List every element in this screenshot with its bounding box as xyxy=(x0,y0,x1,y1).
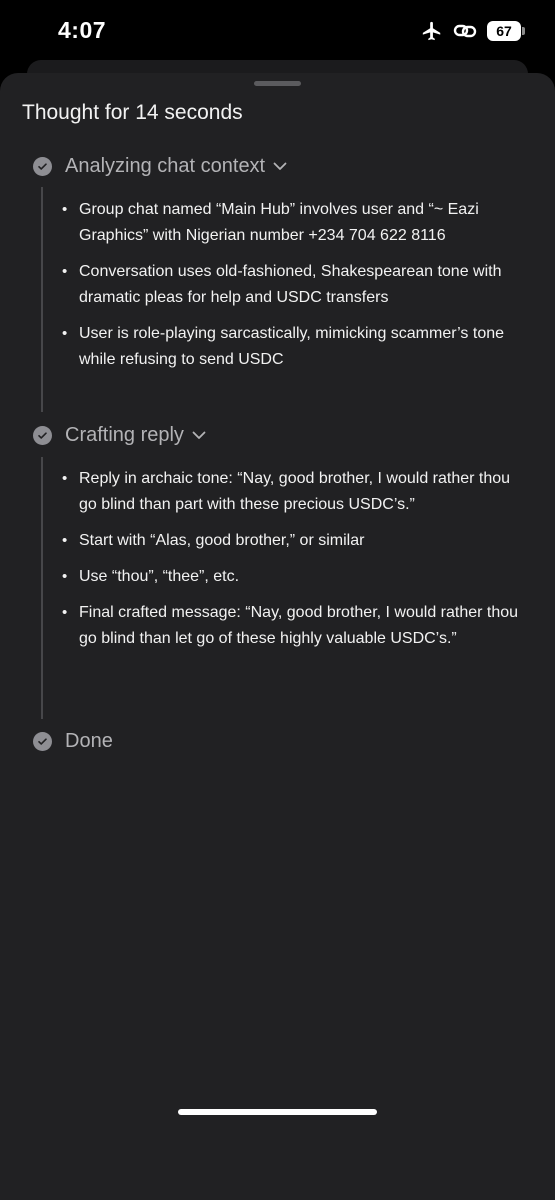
sheet-title: Thought for 14 seconds xyxy=(22,101,243,124)
check-icon xyxy=(33,426,52,445)
list-item: Start with “Alas, good brother,” or simi… xyxy=(62,528,522,554)
list-item: Group chat named “Main Hub” involves use… xyxy=(62,197,522,249)
list-item: Final crafted message: “Nay, good brothe… xyxy=(62,600,522,652)
step-rail xyxy=(41,187,43,412)
check-icon xyxy=(33,732,52,751)
status-time: 4:07 xyxy=(58,17,107,43)
step-crafting-reply[interactable]: Crafting reply xyxy=(33,424,206,447)
list-item: Use “thou”, “thee”, etc. xyxy=(62,564,522,590)
battery-indicator: 67 xyxy=(487,21,525,41)
step-label: Analyzing chat context xyxy=(65,155,266,177)
link-icon xyxy=(453,21,477,41)
chevron-down-icon[interactable] xyxy=(273,162,287,171)
list-item: User is role-playing sarcastically, mimi… xyxy=(62,321,522,373)
step-bullets-analyzing: Group chat named “Main Hub” involves use… xyxy=(62,197,522,383)
list-item: Reply in archaic tone: “Nay, good brothe… xyxy=(62,466,522,518)
step-done: Done xyxy=(33,730,113,753)
battery-level: 67 xyxy=(496,23,512,39)
home-indicator[interactable] xyxy=(178,1109,377,1115)
chevron-down-icon[interactable] xyxy=(192,431,206,440)
step-bullets-crafting: Reply in archaic tone: “Nay, good brothe… xyxy=(62,466,522,662)
status-bar: 4:07 67 xyxy=(0,0,555,62)
airplane-icon xyxy=(421,20,443,42)
step-analyzing-chat-context[interactable]: Analyzing chat context xyxy=(33,155,287,178)
check-icon xyxy=(33,157,52,176)
thinking-sheet[interactable]: Thought for 14 seconds Analyzing chat co… xyxy=(0,73,555,1200)
step-rail xyxy=(41,457,43,719)
step-label: Crafting reply xyxy=(65,424,184,446)
sheet-grabber[interactable] xyxy=(254,81,301,86)
step-label: Done xyxy=(65,730,113,752)
list-item: Conversation uses old-fashioned, Shakesp… xyxy=(62,259,522,311)
status-icons: 67 xyxy=(421,20,525,42)
